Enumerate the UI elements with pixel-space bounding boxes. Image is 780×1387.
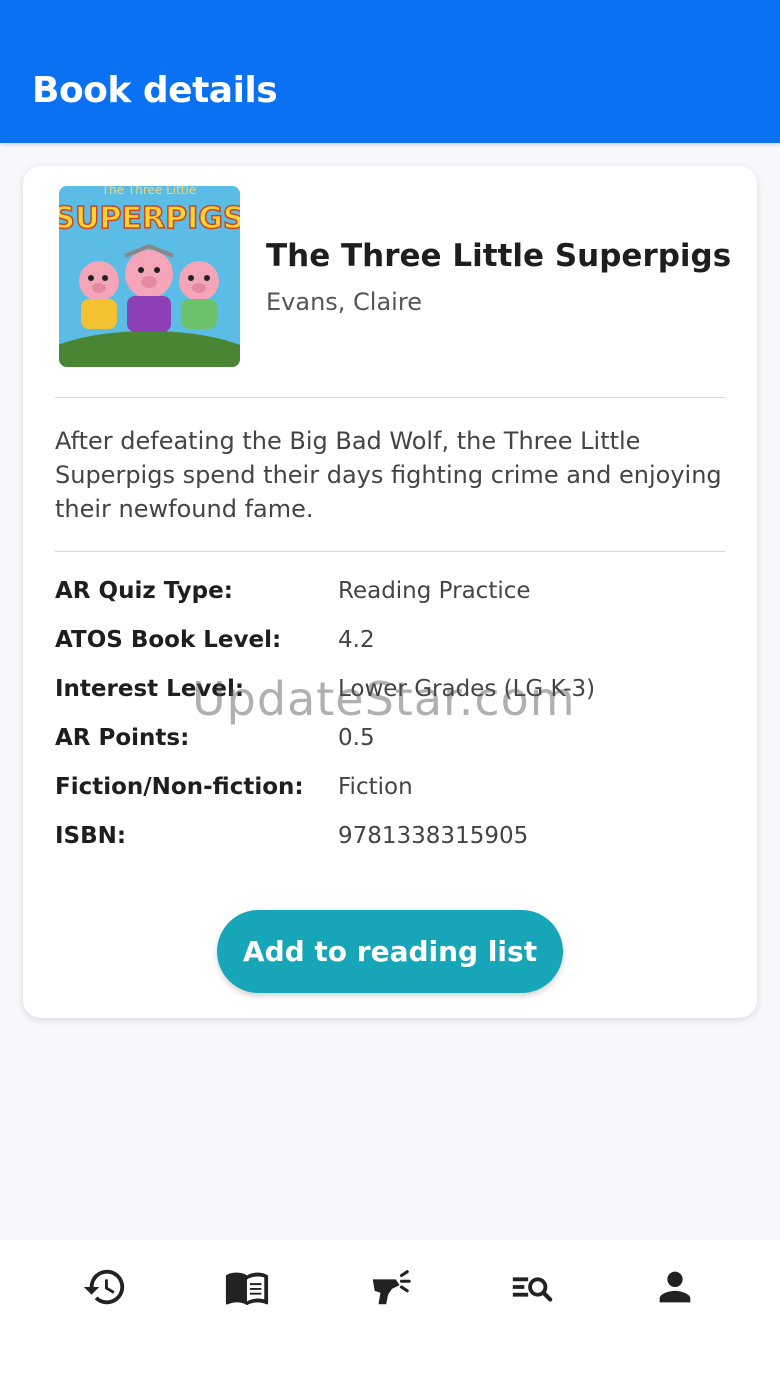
detail-label: Interest Level: [55,676,245,702]
add-to-reading-list-button[interactable]: Add to reading list [217,910,563,993]
search-list-icon [512,1277,553,1302]
detail-value: 0.5 [338,725,375,751]
divider [55,397,725,398]
detail-value: Lower Grades (LG K-3) [338,676,596,702]
detail-value: 4.2 [338,627,375,653]
detail-label: AR Quiz Type: [55,578,233,604]
detail-row-ar-points: AR Points: 0.5 [55,725,725,774]
detail-label: AR Points: [55,725,190,751]
detail-row-book-level: ATOS Book Level: 4.2 [55,627,725,676]
detail-row-fiction: Fiction/Non-fiction: Fiction [55,774,725,823]
svg-text:SUPERPIGS: SUPERPIGS [59,201,240,236]
book-author: Evans, Claire [266,288,422,316]
detail-row-isbn: ISBN: 9781338315905 [55,823,725,872]
nav-item-history[interactable] [60,1264,150,1354]
detail-label: Fiction/Non-fiction: [55,774,304,800]
divider [55,551,725,552]
book-open-icon [225,1272,269,1306]
nav-item-search[interactable] [487,1264,577,1354]
nav-item-books[interactable] [202,1264,292,1354]
detail-value: Fiction [338,774,413,800]
book-card: The Three Little SUPERPIGS The Three Lit… [23,166,757,1018]
svg-text:The Three Little: The Three Little [101,186,196,197]
app-bar: Book details [0,0,780,143]
detail-label: ATOS Book Level: [55,627,282,653]
nav-item-scanner[interactable] [345,1264,435,1354]
barcode-scanner-icon [372,1270,411,1305]
detail-value: 9781338315905 [338,823,529,849]
book-title: The Three Little Superpigs [266,238,732,274]
book-description: After defeating the Big Bad Wolf, the Th… [55,427,722,523]
book-details-list: AR Quiz Type: Reading Practice ATOS Book… [55,578,725,872]
book-cover-image: The Three Little SUPERPIGS [59,186,240,367]
detail-value: Reading Practice [338,578,531,604]
nav-item-profile[interactable] [630,1264,720,1354]
person-icon [659,1271,691,1303]
detail-label: ISBN: [55,823,127,849]
bottom-navigation [0,1240,780,1387]
page-title: Book details [32,70,278,111]
history-icon [83,1269,125,1305]
detail-row-quiz-type: AR Quiz Type: Reading Practice [55,578,725,627]
detail-row-interest-level: Interest Level: Lower Grades (LG K-3) [55,676,725,725]
